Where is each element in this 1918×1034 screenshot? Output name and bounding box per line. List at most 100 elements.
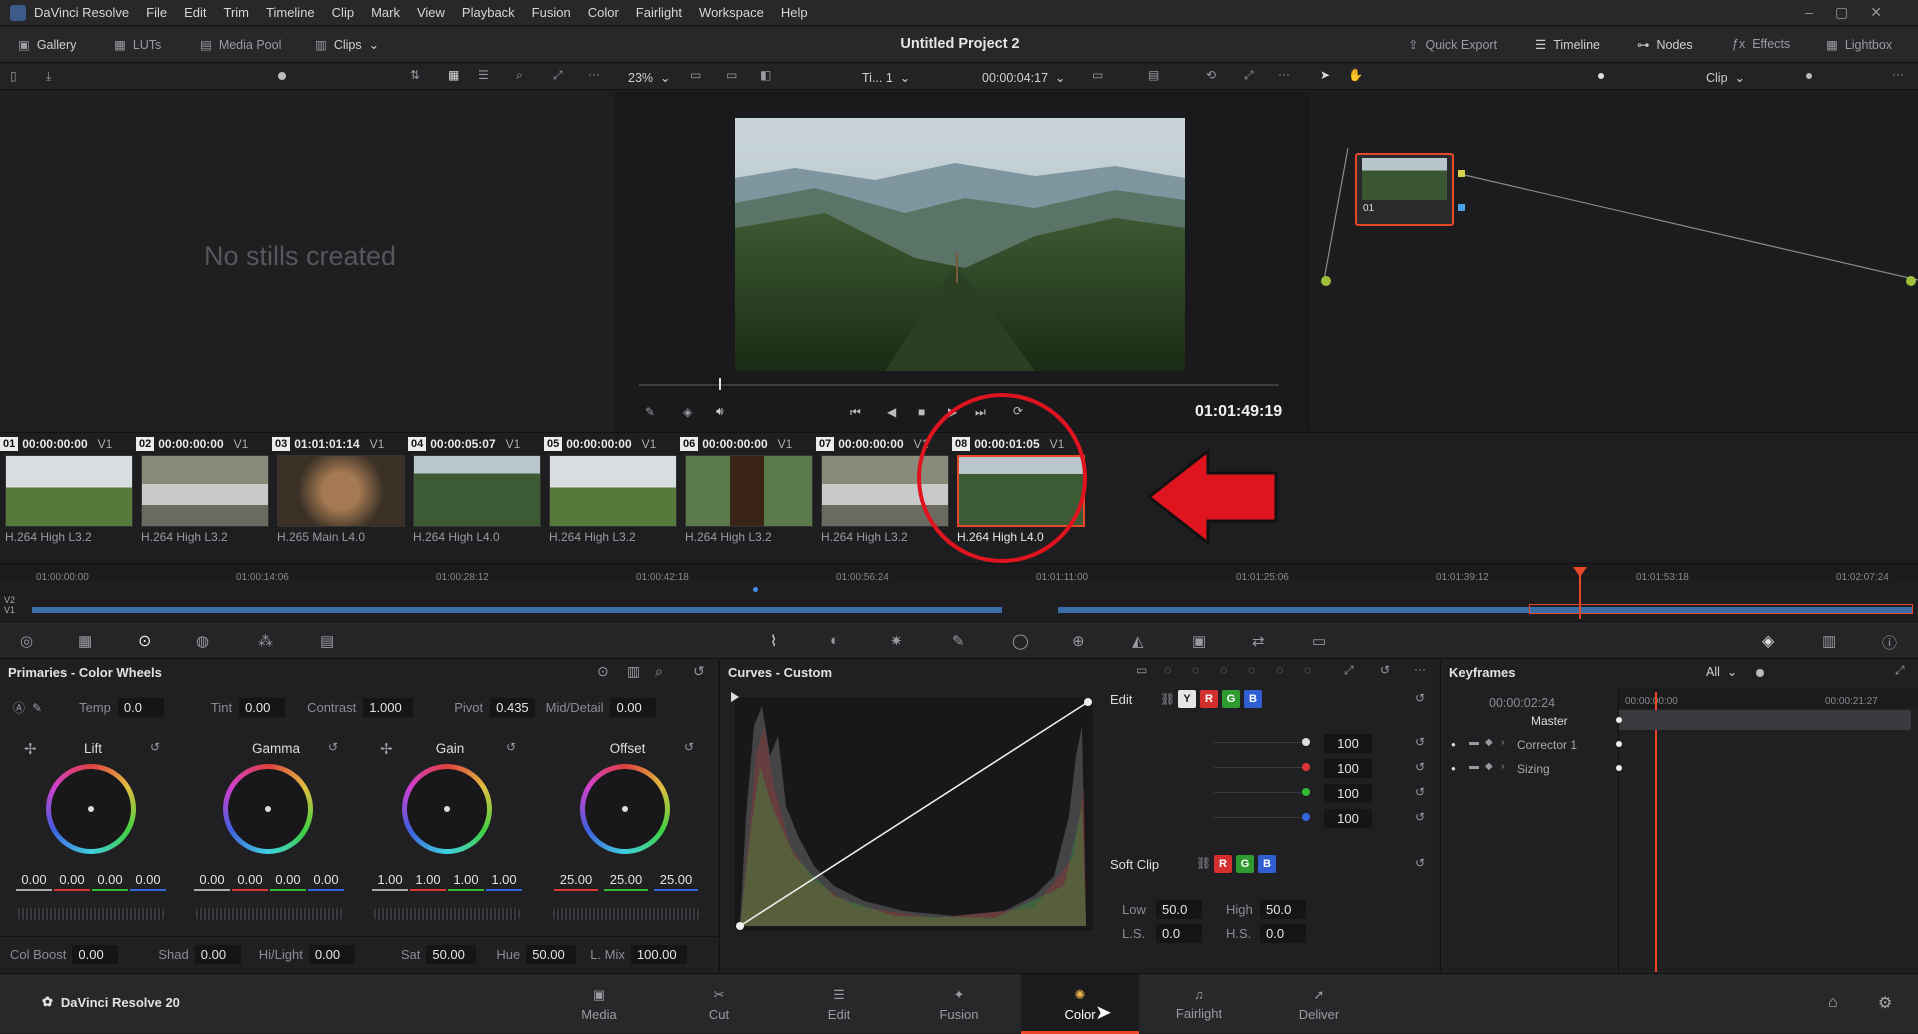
import-icon[interactable]: ⤓	[46, 69, 51, 84]
source-timecode[interactable]: 00:00:04:17 ⌄	[982, 70, 1066, 86]
curves-expand-icon[interactable]: ⤢	[1344, 663, 1354, 678]
lift-g-value[interactable]: 0.00	[92, 872, 128, 891]
gamma-b-value[interactable]: 0.00	[308, 872, 344, 891]
viewer-size-icon[interactable]: ▭	[1092, 68, 1103, 82]
clip-thumbnail[interactable]: 01 00:00:00:00 V1 H.264 High L3.2	[0, 433, 134, 544]
menu-fusion[interactable]: Fusion	[532, 5, 571, 20]
list-view-icon[interactable]: ☰	[478, 68, 489, 82]
curve-point-handle[interactable]	[731, 692, 739, 702]
lift-wheel[interactable]	[46, 764, 136, 854]
hs-field[interactable]: 0.0	[1260, 924, 1306, 943]
gain-master-wheel[interactable]	[374, 908, 520, 920]
edit-reset-icon[interactable]: ↺	[1415, 691, 1425, 705]
keyframe-filter-dropdown[interactable]: All ⌄	[1706, 664, 1737, 680]
expand-chevron-icon[interactable]: ›	[1501, 761, 1504, 772]
timeline-clip-bar[interactable]	[32, 607, 1002, 613]
clip-thumbnail[interactable]: 06 00:00:00:00 V1 H.264 High L3.2	[680, 433, 814, 544]
menu-help[interactable]: Help	[781, 5, 808, 20]
lift-y-value[interactable]: 0.00	[16, 872, 52, 891]
expand-icon[interactable]: ⤢	[553, 68, 563, 83]
more-options-icon[interactable]: ···	[588, 67, 600, 81]
softclip-g-toggle[interactable]: G	[1236, 855, 1254, 873]
color-warper-icon[interactable]: ◐	[830, 632, 839, 649]
lift-reset-icon[interactable]: ↺	[150, 740, 160, 754]
menu-playback[interactable]: Playback	[462, 5, 515, 20]
expand-chevron-icon[interactable]: ›	[1501, 737, 1504, 748]
grid-view-icon[interactable]: ▦	[448, 68, 459, 82]
gallery-zoom-slider[interactable]	[278, 72, 286, 80]
menu-file[interactable]: File	[146, 5, 167, 20]
menu-timeline[interactable]: Timeline	[266, 5, 315, 20]
pivot-field[interactable]: 0.435	[490, 698, 535, 717]
gamma-reset-icon[interactable]: ↺	[328, 740, 338, 754]
nodes-more-icon[interactable]: ···	[1892, 67, 1904, 81]
page-cut[interactable]: ✂ Cut	[660, 974, 778, 1034]
window-controls[interactable]: –▢✕	[1805, 4, 1904, 21]
clip-thumbnail[interactable]: 02 00:00:00:00 V1 H.264 High L3.2	[136, 433, 270, 544]
page-fairlight[interactable]: ♫ Fairlight	[1140, 974, 1258, 1034]
key-icon[interactable]: ⇄	[1252, 632, 1265, 650]
colboost-field[interactable]: 0.00	[72, 945, 119, 964]
menu-trim[interactable]: Trim	[224, 5, 250, 20]
menu-view[interactable]: View	[417, 5, 445, 20]
gain-y-value[interactable]: 1.00	[372, 872, 408, 891]
menu-workspace[interactable]: Workspace	[699, 5, 764, 20]
channel-y-toggle[interactable]: Y	[1178, 690, 1196, 708]
softclip-b-toggle[interactable]: B	[1258, 855, 1276, 873]
menu-edit[interactable]: Edit	[184, 5, 206, 20]
softclip-reset-icon[interactable]: ↺	[1415, 856, 1425, 870]
gain-reset-icon[interactable]: ↺	[506, 740, 516, 754]
sort-icon[interactable]: ⇅	[410, 68, 420, 82]
node-size-slider[interactable]	[1806, 73, 1812, 79]
curves-reset-icon[interactable]: ↺	[1380, 663, 1390, 677]
hue-vs-hue-icon[interactable]: ◌	[1164, 663, 1171, 677]
fullscreen-icon[interactable]: ⤢	[1244, 68, 1254, 83]
layers-icon[interactable]: ◈	[683, 405, 692, 419]
overlay-icon[interactable]: ▤	[1148, 68, 1159, 82]
qualifier-pick-icon[interactable]: ✎	[952, 632, 965, 650]
offset-r-value[interactable]: 25.00	[554, 872, 598, 891]
motion-effects-icon[interactable]: ▤	[320, 632, 334, 650]
keyframe-dot[interactable]	[1616, 741, 1622, 747]
offset-b-value[interactable]: 25.00	[654, 872, 698, 891]
corrector-node-01[interactable]: 01	[1355, 153, 1454, 226]
channel-g-toggle[interactable]: G	[1222, 690, 1240, 708]
menu-davinci[interactable]: DaVinci Resolve	[34, 5, 129, 20]
softclip-r-toggle[interactable]: R	[1214, 855, 1232, 873]
page-color[interactable]: ✺ Color	[1021, 974, 1139, 1034]
y-intensity-slider[interactable]	[1214, 742, 1304, 743]
bars-mode-icon[interactable]: ▥	[627, 663, 640, 680]
offset-wheel[interactable]	[580, 764, 670, 854]
curves-icon[interactable]: ⌇	[770, 632, 777, 650]
lum-vs-sat-icon[interactable]: ◌	[1248, 663, 1255, 677]
r-intensity-field[interactable]: 100	[1324, 759, 1372, 778]
tint-field[interactable]: 0.00	[239, 698, 286, 717]
hue-vs-lum-icon[interactable]: ◌	[1220, 663, 1227, 677]
softclip-link-icon[interactable]: ⛓	[1196, 856, 1211, 870]
menu-fairlight[interactable]: Fairlight	[636, 5, 682, 20]
high-field[interactable]: 50.0	[1260, 900, 1306, 919]
node-output-alpha[interactable]	[1458, 204, 1465, 211]
eyedropper-icon[interactable]: ✎	[645, 405, 655, 419]
page-fusion[interactable]: ✦ Fusion	[900, 974, 1018, 1034]
info-icon[interactable]: ⓘ	[1882, 632, 1897, 653]
home-icon[interactable]: ⌂	[1828, 994, 1838, 1012]
settings-gear-icon[interactable]: ⚙	[1878, 993, 1892, 1013]
gain-picker-icon[interactable]: ✢	[380, 740, 393, 758]
gamma-r-value[interactable]: 0.00	[232, 872, 268, 891]
viewer-mode-icon[interactable]: ▭	[690, 68, 701, 82]
keyframe-toggle-dot[interactable]: ●	[1451, 764, 1456, 773]
hand-tool-icon[interactable]: ✋	[1348, 68, 1363, 82]
keyframe-zoom-slider[interactable]	[1756, 669, 1764, 677]
menu-mark[interactable]: Mark	[371, 5, 400, 20]
effects-button[interactable]: ƒx Effects	[1732, 37, 1790, 51]
menu-clip[interactable]: Clip	[332, 5, 354, 20]
pointer-tool-icon[interactable]: ➤	[1320, 68, 1330, 82]
luts-button[interactable]: ▦ LUTs	[114, 37, 161, 53]
page-edit[interactable]: ☰ Edit	[780, 974, 898, 1034]
r-intensity-slider[interactable]	[1214, 767, 1304, 768]
magic-mask-icon[interactable]: ◭	[1132, 632, 1144, 650]
node-zoom-slider[interactable]	[1598, 73, 1604, 79]
stop-icon[interactable]: ■	[918, 405, 925, 419]
r-intensity-knob[interactable]	[1302, 763, 1310, 771]
